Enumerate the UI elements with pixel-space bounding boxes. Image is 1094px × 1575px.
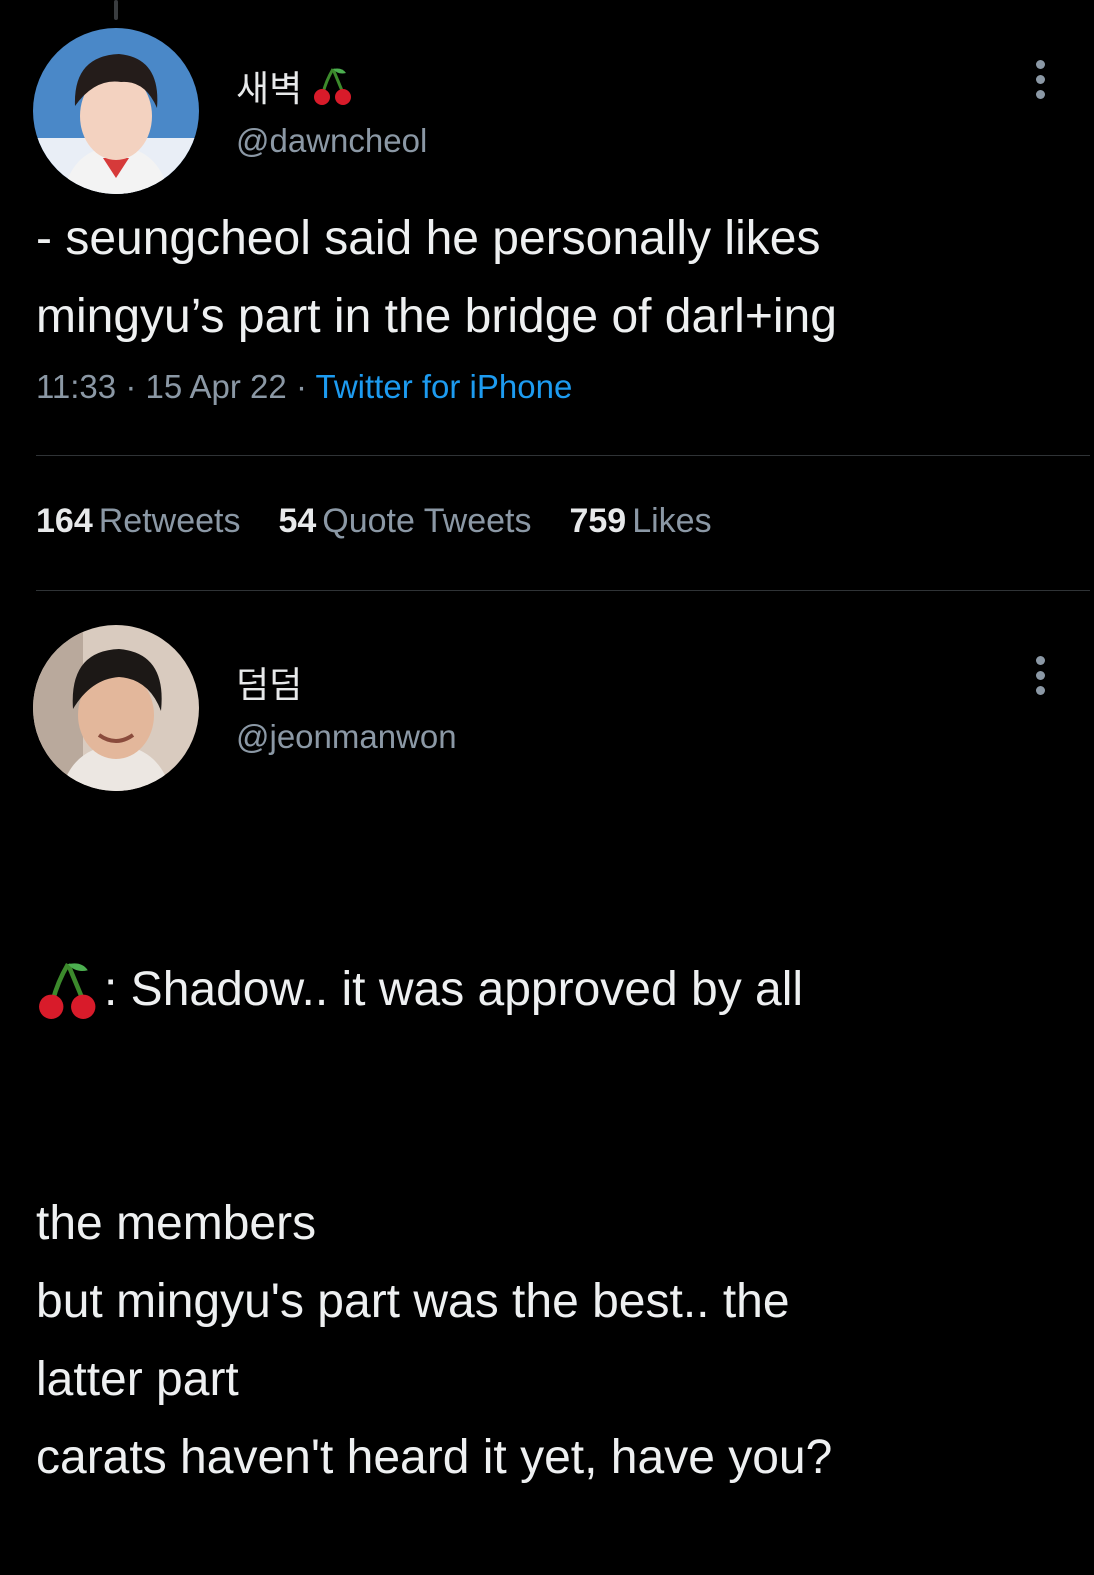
more-options-icon[interactable] xyxy=(1030,60,1050,99)
tweet-date[interactable]: 15 Apr 22 xyxy=(145,368,286,405)
tweet-source[interactable]: Twitter for iPhone xyxy=(316,368,573,405)
tweet-meta: 11:33 · 15 Apr 22 · Twitter for iPhone xyxy=(36,368,572,406)
cherry-icon xyxy=(39,962,96,1019)
tweet-time[interactable]: 11:33 xyxy=(36,368,116,405)
likes-label: Likes xyxy=(632,502,712,540)
more-options-icon[interactable] xyxy=(1030,656,1050,695)
cherry-icon xyxy=(314,68,352,105)
quotes-stat[interactable]: 54 Quote Tweets xyxy=(278,502,531,541)
display-name[interactable]: 새벽 xyxy=(236,60,354,112)
thread-line xyxy=(114,0,118,20)
avatar[interactable] xyxy=(33,28,199,194)
display-name-text: 새벽 xyxy=(236,68,303,109)
likes-stat[interactable]: 759 Likes xyxy=(569,502,711,541)
retweets-count: 164 xyxy=(36,502,93,540)
tweet-text: : Shadow.. it was approved by all the me… xyxy=(36,795,832,1575)
quotes-count: 54 xyxy=(278,502,317,540)
handle[interactable]: @jeonmanwon xyxy=(236,718,457,756)
likes-count: 759 xyxy=(569,502,627,540)
handle[interactable]: @dawncheol xyxy=(236,122,427,160)
divider xyxy=(36,455,1090,456)
tweet-stats: 164 Retweets 54 Quote Tweets 759 Likes xyxy=(36,502,712,541)
separator: · xyxy=(295,368,307,405)
retweets-stat[interactable]: 164 Retweets xyxy=(36,502,240,541)
tweet-text-rest: the members but mingyu's part was the be… xyxy=(36,1197,833,1484)
display-name-text: 덤덤 xyxy=(236,664,303,705)
retweets-label: Retweets xyxy=(98,502,241,540)
display-name[interactable]: 덤덤 xyxy=(236,656,302,708)
divider xyxy=(36,590,1090,591)
avatar[interactable] xyxy=(33,625,199,791)
separator: · xyxy=(125,368,137,405)
tweet-text-first-line: : Shadow.. it was approved by all xyxy=(104,963,804,1016)
tweet-text: - seungcheol said he personally likes mi… xyxy=(36,212,837,343)
quotes-label: Quote Tweets xyxy=(322,502,532,540)
